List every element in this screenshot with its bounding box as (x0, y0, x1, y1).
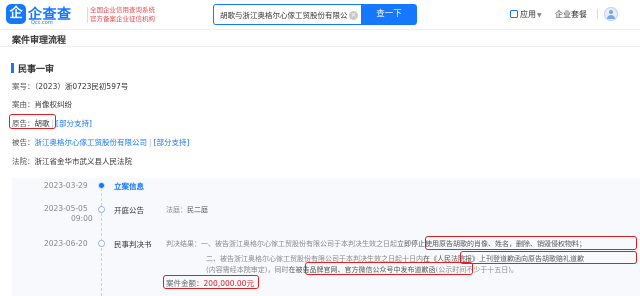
amount-highlight-box (163, 275, 259, 289)
plaintiff-result-badge: [部分支持] (56, 119, 92, 128)
header-separator (597, 9, 598, 19)
search-bar: 胡歌与浙江奥格尔心傢工贸股份有限公司肖像权纠纷的 × 查一下 (213, 4, 553, 25)
logo-domain: Qcc.com (31, 20, 53, 26)
header-divider (87, 7, 88, 23)
plaintiff-highlight-box (9, 114, 56, 129)
cause-value: 肖像权纠纷 (34, 100, 73, 109)
qcc-logo-icon[interactable]: 企 (6, 4, 26, 24)
cease-use-highlight-box (425, 236, 637, 250)
hearing-court-room: 法庭：民二庭 (166, 205, 208, 215)
defendant-company-link[interactable]: 浙江奥格尔心傢工贸股份有限公司 (35, 138, 148, 147)
chevron-down-icon: ▼ (537, 12, 542, 19)
search-input-value: 胡歌与浙江奥格尔心傢工贸股份有限公司肖像权纠纷的 (220, 11, 348, 20)
top-header: 企 企查查 Qcc.com 全国企业信用查询系统 官方备案企业征信机构 胡歌与浙… (0, 0, 640, 30)
enterprise-package-link[interactable]: 企业套餐 (555, 9, 587, 20)
timeline-stage-judgment[interactable]: 民事判决书 (114, 239, 152, 250)
slogan-line-1: 全国企业信用查询系统 (90, 6, 155, 14)
defendant-row: 被告：浙江奥格尔心傢工贸股份有限公司 | [部分支持] (12, 138, 190, 147)
case-stage-title: 民事一审 (18, 65, 55, 75)
timeline-dot-active (98, 182, 105, 189)
court-room-value: 民二庭 (187, 206, 208, 214)
court-row: 法院：浙江省金华市武义县人民法院 (12, 156, 132, 167)
app-menu-label: 应用 (520, 10, 536, 19)
apology-online-highlight-box (305, 262, 473, 275)
case-number-row: 案号：（2023）浙0723民初597号 (12, 81, 128, 92)
user-avatar-icon[interactable] (604, 7, 618, 21)
judgment-label: 判决结果： (166, 240, 201, 248)
timeline-dot (98, 206, 105, 213)
cause-label: 案由： (12, 100, 35, 109)
search-button[interactable]: 查一下 (361, 4, 417, 25)
timeline-date: 2023-03-29 (44, 181, 88, 190)
judgment-line-1-a: 一、被告浙江奥格尔心傢工贸股份有限公司于本判决生效之日起 (201, 240, 397, 248)
slogan: 全国企业信用查询系统 官方备案企业征信机构 (90, 6, 155, 23)
timeline-dot (98, 240, 105, 247)
cause-row: 案由：肖像权纠纷 (12, 99, 72, 110)
defendant-result-badge: [部分支持] (153, 138, 190, 147)
judgment-line-3-a: (内容需经本院审定)，同时 (206, 266, 289, 274)
timeline-stage-filing[interactable]: 立案信息 (114, 181, 144, 192)
clear-icon[interactable]: × (349, 11, 358, 20)
app-menu-button[interactable]: 应用▼ (510, 9, 542, 20)
case-number-label: 案号： (12, 82, 35, 91)
case-number-value: （2023）浙0723民初597号 (34, 82, 129, 91)
court-room-label: 法庭： (166, 206, 187, 214)
app-grid-icon (510, 10, 518, 18)
page-section-title: 案件审理流程 (12, 36, 67, 46)
court-value: 浙江省金华市武义县人民法院 (34, 157, 133, 166)
court-label: 法院： (12, 157, 35, 166)
timeline-date: 2023-06-20 (44, 239, 88, 248)
section-divider (0, 46, 640, 47)
timeline-time: 09:00 (71, 214, 93, 223)
defendant-label: 被告： (12, 138, 35, 147)
timeline-date: 2023-05-05 (44, 204, 88, 213)
timeline-stage-hearing[interactable]: 开庭公告 (114, 205, 144, 216)
case-title-marker (11, 63, 14, 73)
search-input[interactable]: 胡歌与浙江奥格尔心傢工贸股份有限公司肖像权纠纷的 × (213, 4, 361, 25)
apology-newspaper-highlight-box (460, 251, 637, 264)
slogan-line-2: 官方备案企业征信机构 (90, 14, 155, 23)
